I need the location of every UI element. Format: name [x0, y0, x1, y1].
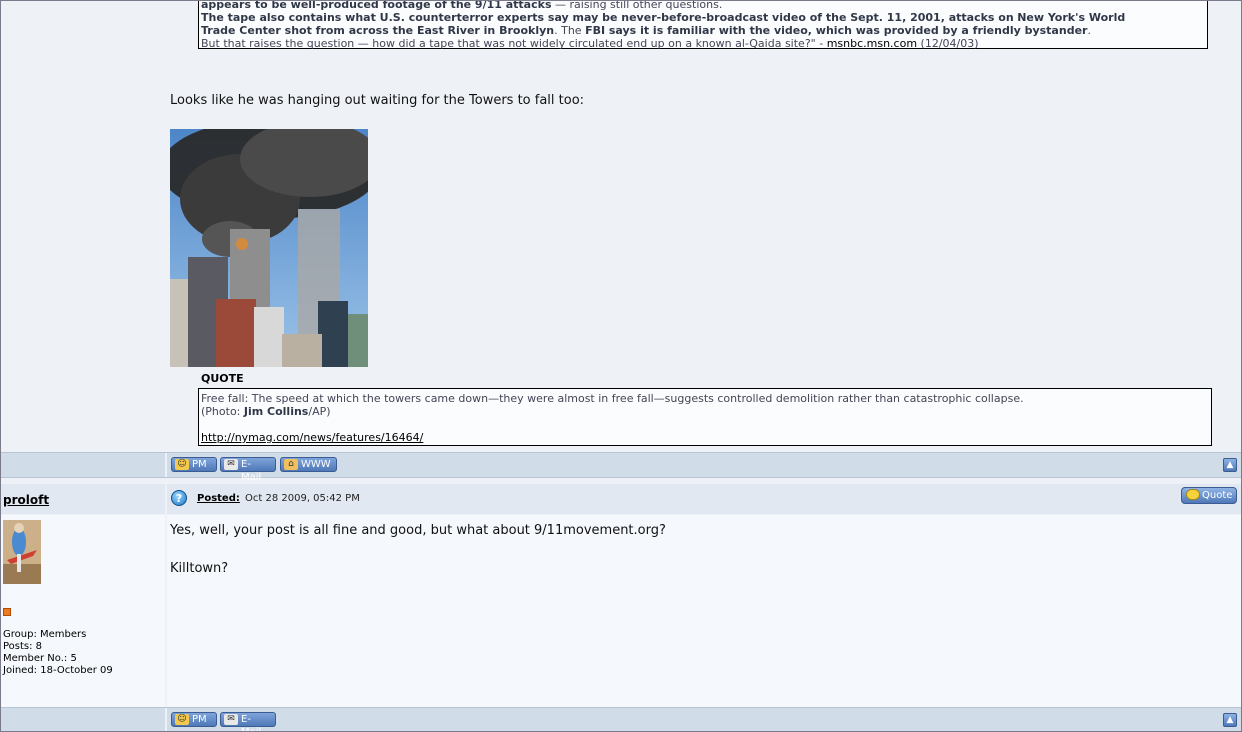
post-header: proloft ? Posted: Oct 28 2009, 05:42 PM … [1, 484, 1241, 514]
www-button[interactable]: ⌂ WWW [280, 457, 337, 472]
quote-text: appears to be well-produced footage of t… [201, 0, 552, 11]
quote-text: /AP) [308, 405, 331, 418]
post-text: Killtown? [170, 561, 229, 576]
user-panel: Group: Members Posts: 8 Member No.: 5 Jo… [1, 515, 167, 707]
quote-text: . [1087, 24, 1091, 37]
home-icon: ⌂ [284, 459, 298, 470]
user-group: Group: Members [3, 629, 87, 640]
quote-block-top: appears to be well-produced footage of t… [198, 0, 1208, 50]
quote-text: (Photo: [201, 405, 244, 418]
users-icon: ☺ [175, 459, 189, 470]
quote-text: Free fall: The speed at which the towers… [201, 392, 1024, 405]
scroll-top-icon[interactable]: ▲ [1223, 458, 1237, 472]
bar-left [1, 453, 167, 477]
user-joined: Joined: 18-October 09 [3, 665, 113, 676]
question-icon: ? [171, 490, 187, 506]
post-text: Yes, well, your post is all fine and goo… [170, 523, 666, 538]
pm-button[interactable]: ☺ PM [171, 457, 217, 472]
quote-block: Free fall: The speed at which the towers… [198, 388, 1212, 446]
post-button-bar: ☺ PM ✉ E-Mail ⌂ WWW ▲ [1, 452, 1241, 483]
users-icon: ☺ [175, 714, 189, 725]
quote-text: FBI says it is familiar with the video, … [585, 24, 1088, 37]
quote-text: . The [554, 24, 586, 37]
button-label: PM [192, 459, 207, 470]
user-posts: Posts: 8 [3, 641, 43, 652]
quote-text: — raising still other questions. [551, 0, 723, 11]
quote-text: But that raises the question — how did a… [201, 37, 827, 50]
button-label: E-Mail [241, 459, 262, 483]
bar-left [1, 708, 167, 731]
quote-text: The tape also contains what U.S. counter… [201, 11, 1014, 24]
quote-button[interactable]: Quote [1181, 487, 1237, 504]
avatar [3, 520, 41, 584]
envelope-icon: ✉ [224, 459, 238, 470]
speech-bubble-icon [1186, 489, 1200, 500]
envelope-icon: ✉ [224, 714, 238, 725]
button-label: Quote [1202, 490, 1233, 501]
posted-label[interactable]: Posted: [197, 493, 240, 504]
post-body: Group: Members Posts: 8 Member No.: 5 Jo… [1, 515, 1241, 707]
post-comment: Looks like he was hanging out waiting fo… [170, 93, 585, 108]
photo-credit: Jim Collins [243, 405, 309, 418]
email-button[interactable]: ✉ E-Mail [220, 457, 276, 483]
scroll-top-icon[interactable]: ▲ [1223, 713, 1237, 727]
button-label: WWW [301, 459, 331, 470]
quote-text: (12/04/03) [917, 37, 979, 50]
quote-text: New York's World [1017, 11, 1126, 24]
posted-date: Oct 28 2009, 05:42 PM [245, 493, 360, 504]
quote-label: QUOTE [201, 372, 244, 385]
user-member-number: Member No.: 5 [3, 653, 77, 664]
forum-page: appears to be well-produced footage of t… [0, 0, 1242, 732]
email-button[interactable]: ✉ E-Mail [220, 712, 276, 731]
status-indicator-icon [3, 608, 11, 616]
user-info: Group: Members Posts: 8 Member No.: 5 Jo… [3, 629, 113, 677]
button-label: E-Mail [241, 714, 261, 731]
quote-text: Trade Center shot from across the East R… [201, 24, 555, 37]
towers-photo [170, 129, 368, 367]
quote-link[interactable]: http://nymag.com/news/features/16464/ [201, 431, 423, 444]
username-link[interactable]: proloft [3, 493, 49, 507]
pm-button[interactable]: ☺ PM [171, 712, 217, 727]
source-link[interactable]: msnbc.msn.com [827, 37, 917, 50]
button-label: PM [192, 714, 207, 725]
post-button-bar: ☺ PM ✉ E-Mail ▲ [1, 707, 1241, 731]
